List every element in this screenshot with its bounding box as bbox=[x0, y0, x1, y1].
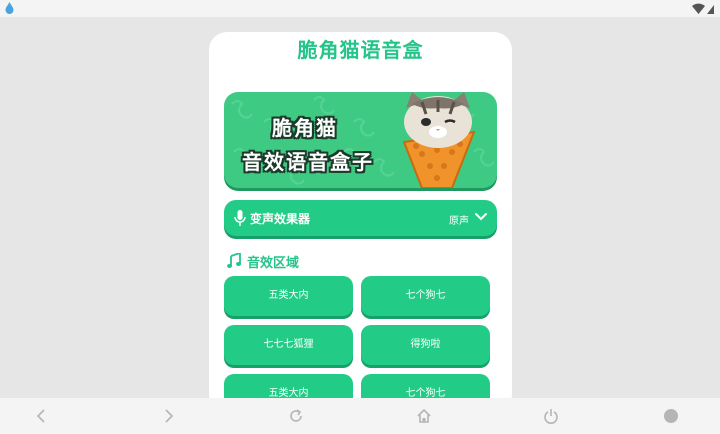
app-card: 脆角猫语音盒 脆角猫 音效语音盒子 变声效果器 原声 音效区域 五类大内 七个狗… bbox=[209, 32, 512, 412]
status-bar bbox=[0, 0, 720, 17]
music-note-icon bbox=[227, 253, 241, 268]
forward-icon[interactable] bbox=[160, 408, 176, 424]
home-icon[interactable] bbox=[416, 408, 432, 424]
signal-icon bbox=[707, 5, 714, 14]
voice-effect-label: 变声效果器 bbox=[250, 212, 311, 226]
sound-button[interactable]: 七七七狐狸 bbox=[224, 325, 353, 365]
microphone-icon bbox=[234, 210, 246, 226]
banner-headline: 脆角猫 bbox=[272, 116, 338, 140]
banner: 脆角猫 音效语音盒子 bbox=[224, 92, 497, 188]
app-title: 脆角猫语音盒 bbox=[297, 38, 424, 62]
sound-button[interactable]: 得狗啦 bbox=[361, 325, 490, 365]
banner-subheadline: 音效语音盒子 bbox=[242, 150, 374, 174]
back-icon[interactable] bbox=[34, 408, 50, 424]
power-icon[interactable] bbox=[543, 408, 559, 424]
wifi-icon bbox=[692, 3, 714, 14]
refresh-icon[interactable] bbox=[288, 408, 304, 424]
voice-effect-value: 原声 bbox=[449, 216, 469, 227]
voice-effect-selector[interactable]: 变声效果器 原声 bbox=[224, 200, 497, 236]
navigation-bar bbox=[0, 398, 720, 434]
sound-button[interactable]: 七个狗七 bbox=[361, 276, 490, 316]
sound-section-label: 音效区域 bbox=[247, 256, 300, 271]
cat-image bbox=[402, 92, 476, 188]
sound-button[interactable]: 五类大内 bbox=[224, 276, 353, 316]
circle-icon[interactable] bbox=[663, 408, 679, 424]
chevron-down-icon bbox=[475, 213, 487, 221]
water-drop-icon bbox=[5, 2, 14, 14]
